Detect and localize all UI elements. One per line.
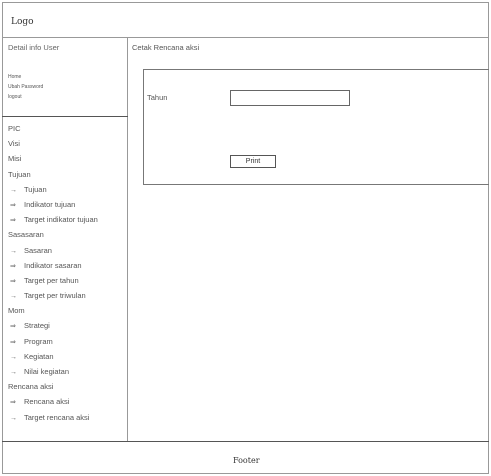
sidebar-divider (2, 116, 128, 117)
double-arrow-icon: ⇒ (10, 323, 16, 331)
logout-link[interactable]: logout (8, 92, 43, 102)
menu-item-indikator-sasaran[interactable]: ⇒ Indikator sasaran (8, 258, 126, 273)
menu-item-label: Target indikator tujuan (24, 215, 98, 225)
main-content: Cetak Rencana aksi Tahun Print (128, 38, 489, 441)
year-label: Tahun (147, 93, 168, 102)
double-arrow-icon: ⇒ (10, 399, 16, 407)
menu-item-program[interactable]: ⇒ Program (8, 334, 126, 349)
arrow-icon: → (10, 369, 17, 376)
menu-item-misi[interactable]: Misi (8, 151, 126, 166)
menu-item-label: Tujuan (8, 169, 31, 179)
menu-item-label: Visi (8, 139, 20, 149)
arrow-icon: → (10, 186, 17, 194)
menu-item-label: Strategi (24, 321, 50, 331)
quick-links: Home Ubah Password logout (8, 72, 43, 102)
arrow-icon: → (10, 247, 17, 255)
menu-item-kegiatan[interactable]: → Kegiatan (8, 349, 126, 364)
menu-item-tujuan-group[interactable]: Tujuan (8, 167, 126, 182)
menu-item-target-per-tahun[interactable]: ⇒ Target per tahun (8, 273, 126, 288)
menu-item-label: Target per triwulan (24, 291, 86, 301)
menu-item-label: PIC (8, 124, 21, 133)
menu-item-pic[interactable]: PIC (8, 121, 126, 136)
menu-item-label: Kegiatan (24, 351, 54, 361)
menu-item-label: Sasasaran (8, 230, 44, 240)
double-arrow-icon: ⇒ (10, 338, 16, 346)
footer: Footer (2, 442, 489, 474)
year-input[interactable] (230, 90, 350, 106)
menu-item-visi[interactable]: Visi (8, 136, 126, 151)
header: Logo (2, 2, 489, 38)
sidebar-menu: PIC Visi Misi Tujuan → Tujuan ⇒ Indikator … (8, 121, 126, 425)
menu-item-target-per-triwulan[interactable]: → Target per triwulan (8, 288, 126, 303)
arrow-icon: → (10, 293, 17, 301)
double-arrow-icon: ⇒ (10, 201, 16, 209)
menu-item-mom[interactable]: Mom (8, 303, 126, 318)
menu-item-target-indikator-tujuan[interactable]: ⇒ Target indikator tujuan (8, 212, 126, 227)
menu-item-label: Nilai kegiatan (24, 367, 70, 376)
menu-item-label: Misi (8, 154, 22, 164)
footer-text: Footer (233, 456, 260, 465)
menu-item-strategi[interactable]: ⇒ Strategi (8, 318, 126, 333)
menu-item-tujuan[interactable]: → Tujuan (8, 182, 126, 197)
menu-item-label: Rencana aksi (8, 382, 54, 392)
menu-item-label: Indikator tujuan (24, 199, 76, 209)
menu-item-sasaran[interactable]: → Sasaran (8, 243, 126, 258)
user-info-title: Detail info User (8, 43, 60, 52)
menu-item-nilai-kegiatan[interactable]: → Nilai kegiatan (8, 364, 126, 379)
menu-item-target-rencana-aksi[interactable]: → Target rencana aksi (8, 410, 126, 425)
double-arrow-icon: ⇒ (10, 277, 16, 285)
menu-item-rencana-aksi-group[interactable]: Rencana aksi (8, 379, 126, 394)
menu-item-label: Tujuan (24, 184, 47, 194)
page-title: Cetak Rencana aksi (132, 43, 200, 52)
menu-item-sasaran-group[interactable]: Sasasaran (8, 227, 126, 242)
menu-item-rencana-aksi[interactable]: ⇒ Rencana aksi (8, 394, 126, 409)
menu-item-indikator-tujuan[interactable]: ⇒ Indikator tujuan (8, 197, 126, 212)
sidebar: Detail info User Home Ubah Password logo… (2, 38, 128, 441)
menu-item-label: Program (24, 336, 53, 346)
arrow-icon: → (10, 353, 17, 361)
print-button[interactable]: Print (230, 155, 276, 168)
double-arrow-icon: ⇒ (10, 262, 16, 270)
menu-item-label: Target per tahun (24, 275, 79, 285)
menu-item-label: Rencana aksi (24, 397, 70, 407)
print-form-panel: Tahun Print (143, 69, 489, 185)
double-arrow-icon: ⇒ (10, 217, 16, 225)
menu-item-label: Target rencana aksi (24, 412, 90, 422)
logo: Logo (11, 17, 34, 27)
change-password-link[interactable]: Ubah Password (8, 82, 43, 92)
menu-item-label: Mom (8, 306, 25, 316)
home-link[interactable]: Home (8, 72, 43, 82)
arrow-icon: → (10, 414, 17, 422)
menu-item-label: Sasaran (24, 245, 52, 255)
menu-item-label: Indikator sasaran (24, 260, 82, 270)
